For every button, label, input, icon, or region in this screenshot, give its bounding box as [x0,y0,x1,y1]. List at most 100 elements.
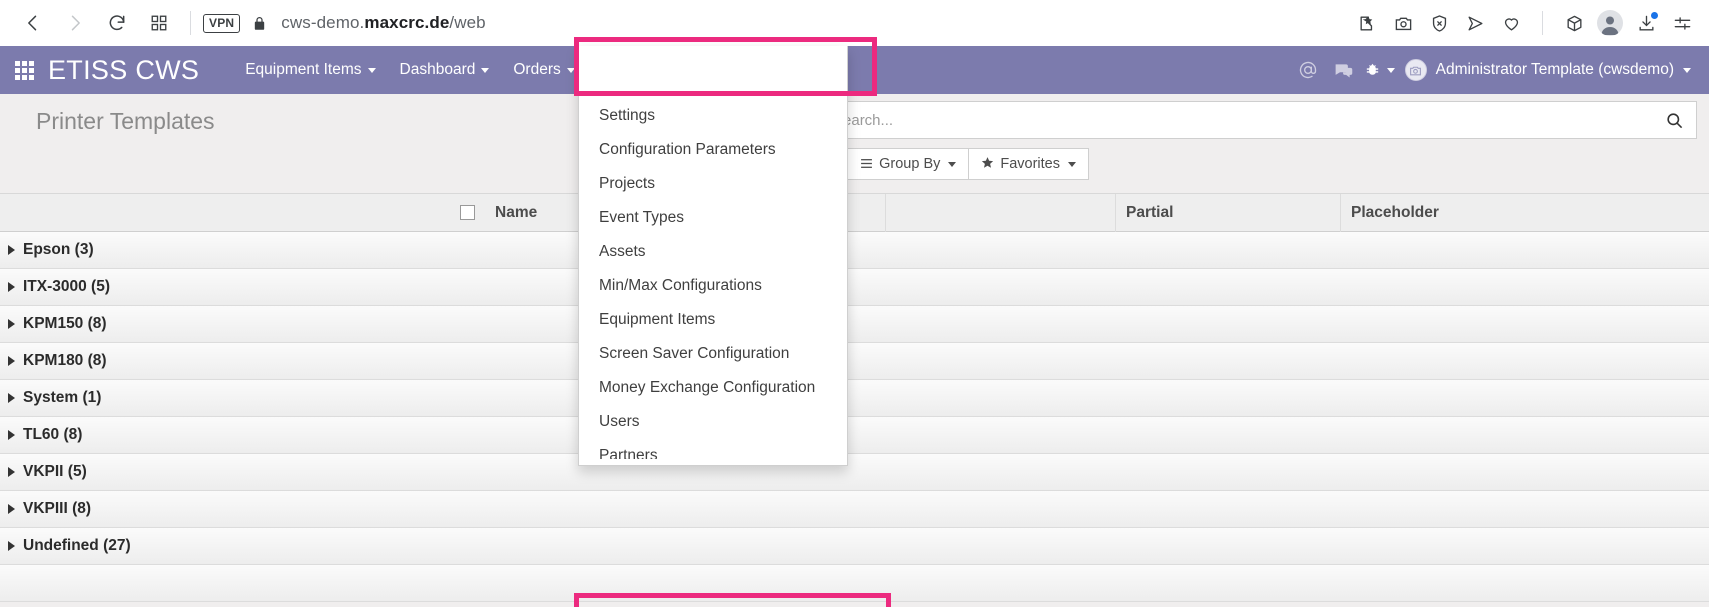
search-magnifier-icon[interactable] [1665,111,1684,130]
nav-label: Equipment Items [245,61,362,78]
toolbar-divider [190,11,191,35]
table-row-filler [0,565,1709,602]
configuration-dropdown-menu: Settings Configuration Parameters Projec… [578,46,848,466]
menu-item-assets[interactable]: Assets [579,235,847,269]
expand-triangle-icon [8,467,15,477]
url-bar[interactable]: cws-demo.maxcrc.de/web [281,13,485,33]
tab-grid-icon[interactable] [140,4,178,42]
table-header-spacer [0,194,485,232]
nav-menu-equipment-items[interactable]: Equipment Items [233,46,387,94]
apps-grid-icon[interactable] [0,60,48,80]
table-row[interactable]: KPM180 (8) [0,343,1709,380]
app-header-right-tools: Administrator Template (cwsdemo) [1292,46,1701,94]
group-label: System (1) [23,389,102,406]
menu-item-min-max-configurations[interactable]: Min/Max Configurations [579,269,847,303]
table-row[interactable]: KPM150 (8) [0,306,1709,343]
browser-toolbar-icons [1350,0,1699,46]
chevron-down-icon [566,67,575,73]
screenshot-camera-icon[interactable] [1386,6,1420,40]
lock-icon[interactable] [252,15,267,32]
table-header-partial[interactable]: Partial [1115,193,1340,232]
user-name-label: Administrator Template (cwsdemo) [1435,61,1674,78]
extensions-cube-icon[interactable] [1557,6,1591,40]
forward-arrow-icon[interactable] [56,4,94,42]
chevron-down-icon [948,161,957,167]
page-title: Printer Templates [36,108,215,134]
url-prefix: cws-demo. [281,13,365,32]
group-label: KPM180 (8) [23,352,107,369]
group-label: Epson (3) [23,241,94,258]
mention-at-icon[interactable] [1292,46,1324,94]
search-input[interactable] [833,111,1665,129]
dropdown-scroll-clip: Settings Configuration Parameters Projec… [579,51,847,459]
user-menu[interactable]: Administrator Template (cwsdemo) [1399,59,1701,81]
downloads-icon[interactable] [1629,6,1663,40]
group-by-button[interactable]: Group By [847,148,970,180]
expand-triangle-icon [8,319,15,329]
back-arrow-icon[interactable] [14,4,52,42]
table-group-list: Epson (3) ITX-3000 (5) KPM150 (8) KPM180… [0,232,1709,602]
table-row[interactable]: VKPIII (8) [0,491,1709,528]
expand-triangle-icon [8,282,15,292]
expand-triangle-icon [8,504,15,514]
send-paper-plane-icon[interactable] [1458,6,1492,40]
table-row[interactable]: Undefined (27) [0,528,1709,565]
shield-block-icon[interactable] [1422,6,1456,40]
profile-avatar-icon[interactable] [1593,6,1627,40]
expand-triangle-icon [8,430,15,440]
group-label: VKPII (5) [23,463,87,480]
table-row[interactable]: TL60 (8) [0,417,1709,454]
nav-label: Dashboard [399,61,476,78]
menu-item-projects[interactable]: Projects [579,167,847,201]
nav-menu-dashboard[interactable]: Dashboard [388,46,502,94]
chevron-down-icon [1068,161,1076,167]
menu-item-money-exchange-configuration[interactable]: Money Exchange Configuration [579,371,847,405]
menu-item-partners[interactable]: Partners [579,439,847,459]
toolbar-divider-2 [1542,11,1543,35]
chevron-down-icon [367,67,376,73]
table-row[interactable]: VKPII (5) [0,454,1709,491]
url-domain: maxcrc.de [364,13,450,32]
favorites-button[interactable]: Favorites [968,148,1089,180]
table-row[interactable]: Epson (3) [0,232,1709,269]
chevron-down-icon [1683,67,1691,73]
chat-bubble-icon[interactable] [1328,46,1360,94]
bookmark-add-icon[interactable] [1350,6,1384,40]
brand-title[interactable]: ETISS CWS [48,55,199,86]
table-header-placeholder[interactable]: Placeholder [1340,193,1709,232]
vpn-badge[interactable]: VPN [203,13,241,33]
expand-triangle-icon [8,393,15,403]
search-bar[interactable] [820,101,1697,139]
table-row[interactable]: System (1) [0,380,1709,417]
expand-triangle-icon [8,245,15,255]
menu-item-screen-saver-configuration[interactable]: Screen Saver Configuration [579,337,847,371]
menu-item-event-types[interactable]: Event Types [579,201,847,235]
button-label: Favorites [1000,156,1060,172]
table-row[interactable]: ITX-3000 (5) [0,269,1709,306]
menu-item-settings[interactable]: Settings [579,99,847,133]
chevron-down-icon [481,67,490,73]
table-header-blank [885,193,1115,232]
group-label: KPM150 (8) [23,315,107,332]
table-header-row: Name Partial Placeholder [0,193,1709,232]
nav-label: Orders [513,61,561,78]
menu-item-users[interactable]: Users [579,405,847,439]
expand-triangle-icon [8,541,15,551]
button-label: Group By [879,156,941,172]
hamburger-lines-icon [860,157,873,172]
settings-sliders-icon[interactable] [1665,6,1699,40]
heart-icon[interactable] [1494,6,1528,40]
browser-nav-buttons [14,4,178,42]
bug-debug-icon[interactable] [1364,46,1395,94]
select-all-checkbox[interactable] [460,205,475,220]
chevron-down-icon [1386,67,1395,73]
star-icon [981,156,994,172]
menu-item-equipment-items[interactable]: Equipment Items [579,303,847,337]
page-body: Printer Templates Filters Group By [0,46,1709,607]
user-avatar-camera-icon [1404,59,1427,81]
group-label: TL60 (8) [23,426,83,443]
control-panel: Printer Templates Filters Group By [0,94,1709,194]
reload-icon[interactable] [98,4,136,42]
nav-menu-orders[interactable]: Orders [501,46,586,94]
menu-item-configuration-parameters[interactable]: Configuration Parameters [579,133,847,167]
